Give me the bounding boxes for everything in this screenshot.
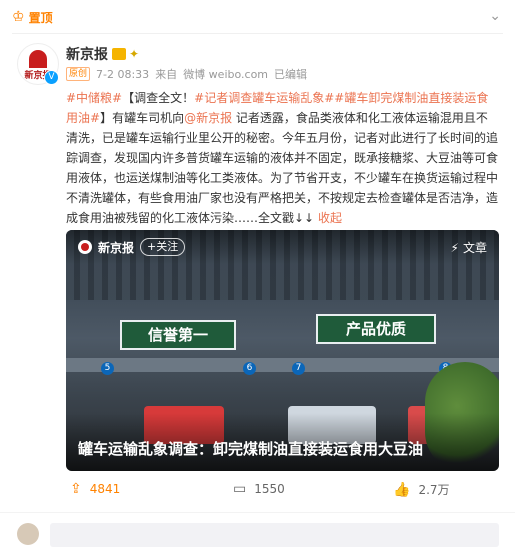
source-logo-icon (78, 240, 92, 254)
chevron-down-icon[interactable]: ⌄ (489, 8, 501, 24)
article-headline[interactable]: 罐车运输乱象调查：卸完煤制油直接装运食用大豆油 (78, 438, 423, 459)
divider (12, 33, 503, 34)
like-count: 2.7万 (418, 483, 450, 497)
vip-icon (112, 48, 126, 60)
source-prefix: 来自 (155, 68, 178, 81)
verified-badge-icon: V (44, 70, 59, 85)
sign: 产品优质 (316, 314, 436, 344)
mention-link[interactable]: @新京报 (184, 111, 232, 125)
number-badge: 7 (292, 362, 305, 375)
comment-icon: ▭ (233, 481, 247, 497)
collapse-link[interactable]: 收起 (318, 211, 342, 225)
author-row: 新京报 ✦ (66, 44, 139, 64)
original-tag: 原创 (66, 67, 91, 81)
action-bar: ⇪ 4841 ▭ 1550 👍 2.7万 (0, 481, 515, 501)
post-text: #中储粮#【调查全文！#记者调查罐车运输乱象##罐车卸完煤制油直接装运食用油#】… (66, 88, 499, 228)
number-badge: 5 (101, 362, 114, 375)
author-name[interactable]: 新京报 (66, 44, 108, 64)
avatar (17, 523, 39, 545)
repost-icon: ⇪ (70, 481, 82, 497)
weibo-post-card: ♔ 置顶 ⌄ 新京报 V 新京报 ✦ 原创 7-2 08:33 来自 微博 we… (0, 0, 515, 547)
text-segment: 【调查全文！ (122, 91, 195, 105)
hashtag-link[interactable]: #记者调查罐车运输乱象# (194, 91, 334, 105)
comment-button[interactable]: ▭ 1550 (233, 481, 285, 497)
loading-beam (66, 358, 499, 372)
pinned-text: 置顶 (28, 10, 53, 25)
article-text: 文章 (462, 241, 487, 255)
source: 微博 weibo.com (183, 68, 269, 81)
repost-count: 4841 (89, 482, 121, 496)
comment-count: 1550 (254, 482, 285, 496)
post-time[interactable]: 7-2 08:33 (96, 68, 149, 81)
text-segment: 】有罐车司机向 (100, 111, 185, 125)
divider (0, 512, 515, 513)
repost-button[interactable]: ⇪ 4841 (70, 481, 120, 497)
article-card[interactable]: 信誉第一 产品优质 5 6 7 8 新京报 +关注 ⚡ 文章 罐车运输乱象调查：… (66, 230, 499, 471)
post-meta: 原创 7-2 08:33 来自 微博 weibo.com 已编辑 (66, 66, 313, 82)
number-badge: 6 (243, 362, 256, 375)
follow-button[interactable]: +关注 (140, 238, 186, 256)
like-icon: 👍 (393, 481, 411, 498)
logo-mark (29, 50, 47, 68)
lightning-icon: ⚡ (450, 240, 459, 255)
like-button[interactable]: 👍 2.7万 (393, 481, 450, 498)
edited-label: 已编辑 (274, 68, 308, 81)
article-source: 新京报 +关注 (78, 238, 186, 256)
crown-icon: ♔ (12, 9, 25, 25)
comment-input[interactable] (50, 523, 499, 547)
article-label: ⚡ 文章 (451, 239, 487, 256)
source-name[interactable]: 新京报 (98, 239, 134, 256)
star-icon: ✦ (129, 47, 140, 61)
pinned-label: ♔ 置顶 (12, 8, 53, 26)
sign: 信誉第一 (120, 320, 236, 350)
hashtag-link[interactable]: #中储粮# (66, 91, 122, 105)
text-segment: 记者透露，食品类液体和化工液体运输混用且不清洗，已是罐车运输行业里公开的秘密。今… (66, 111, 499, 225)
